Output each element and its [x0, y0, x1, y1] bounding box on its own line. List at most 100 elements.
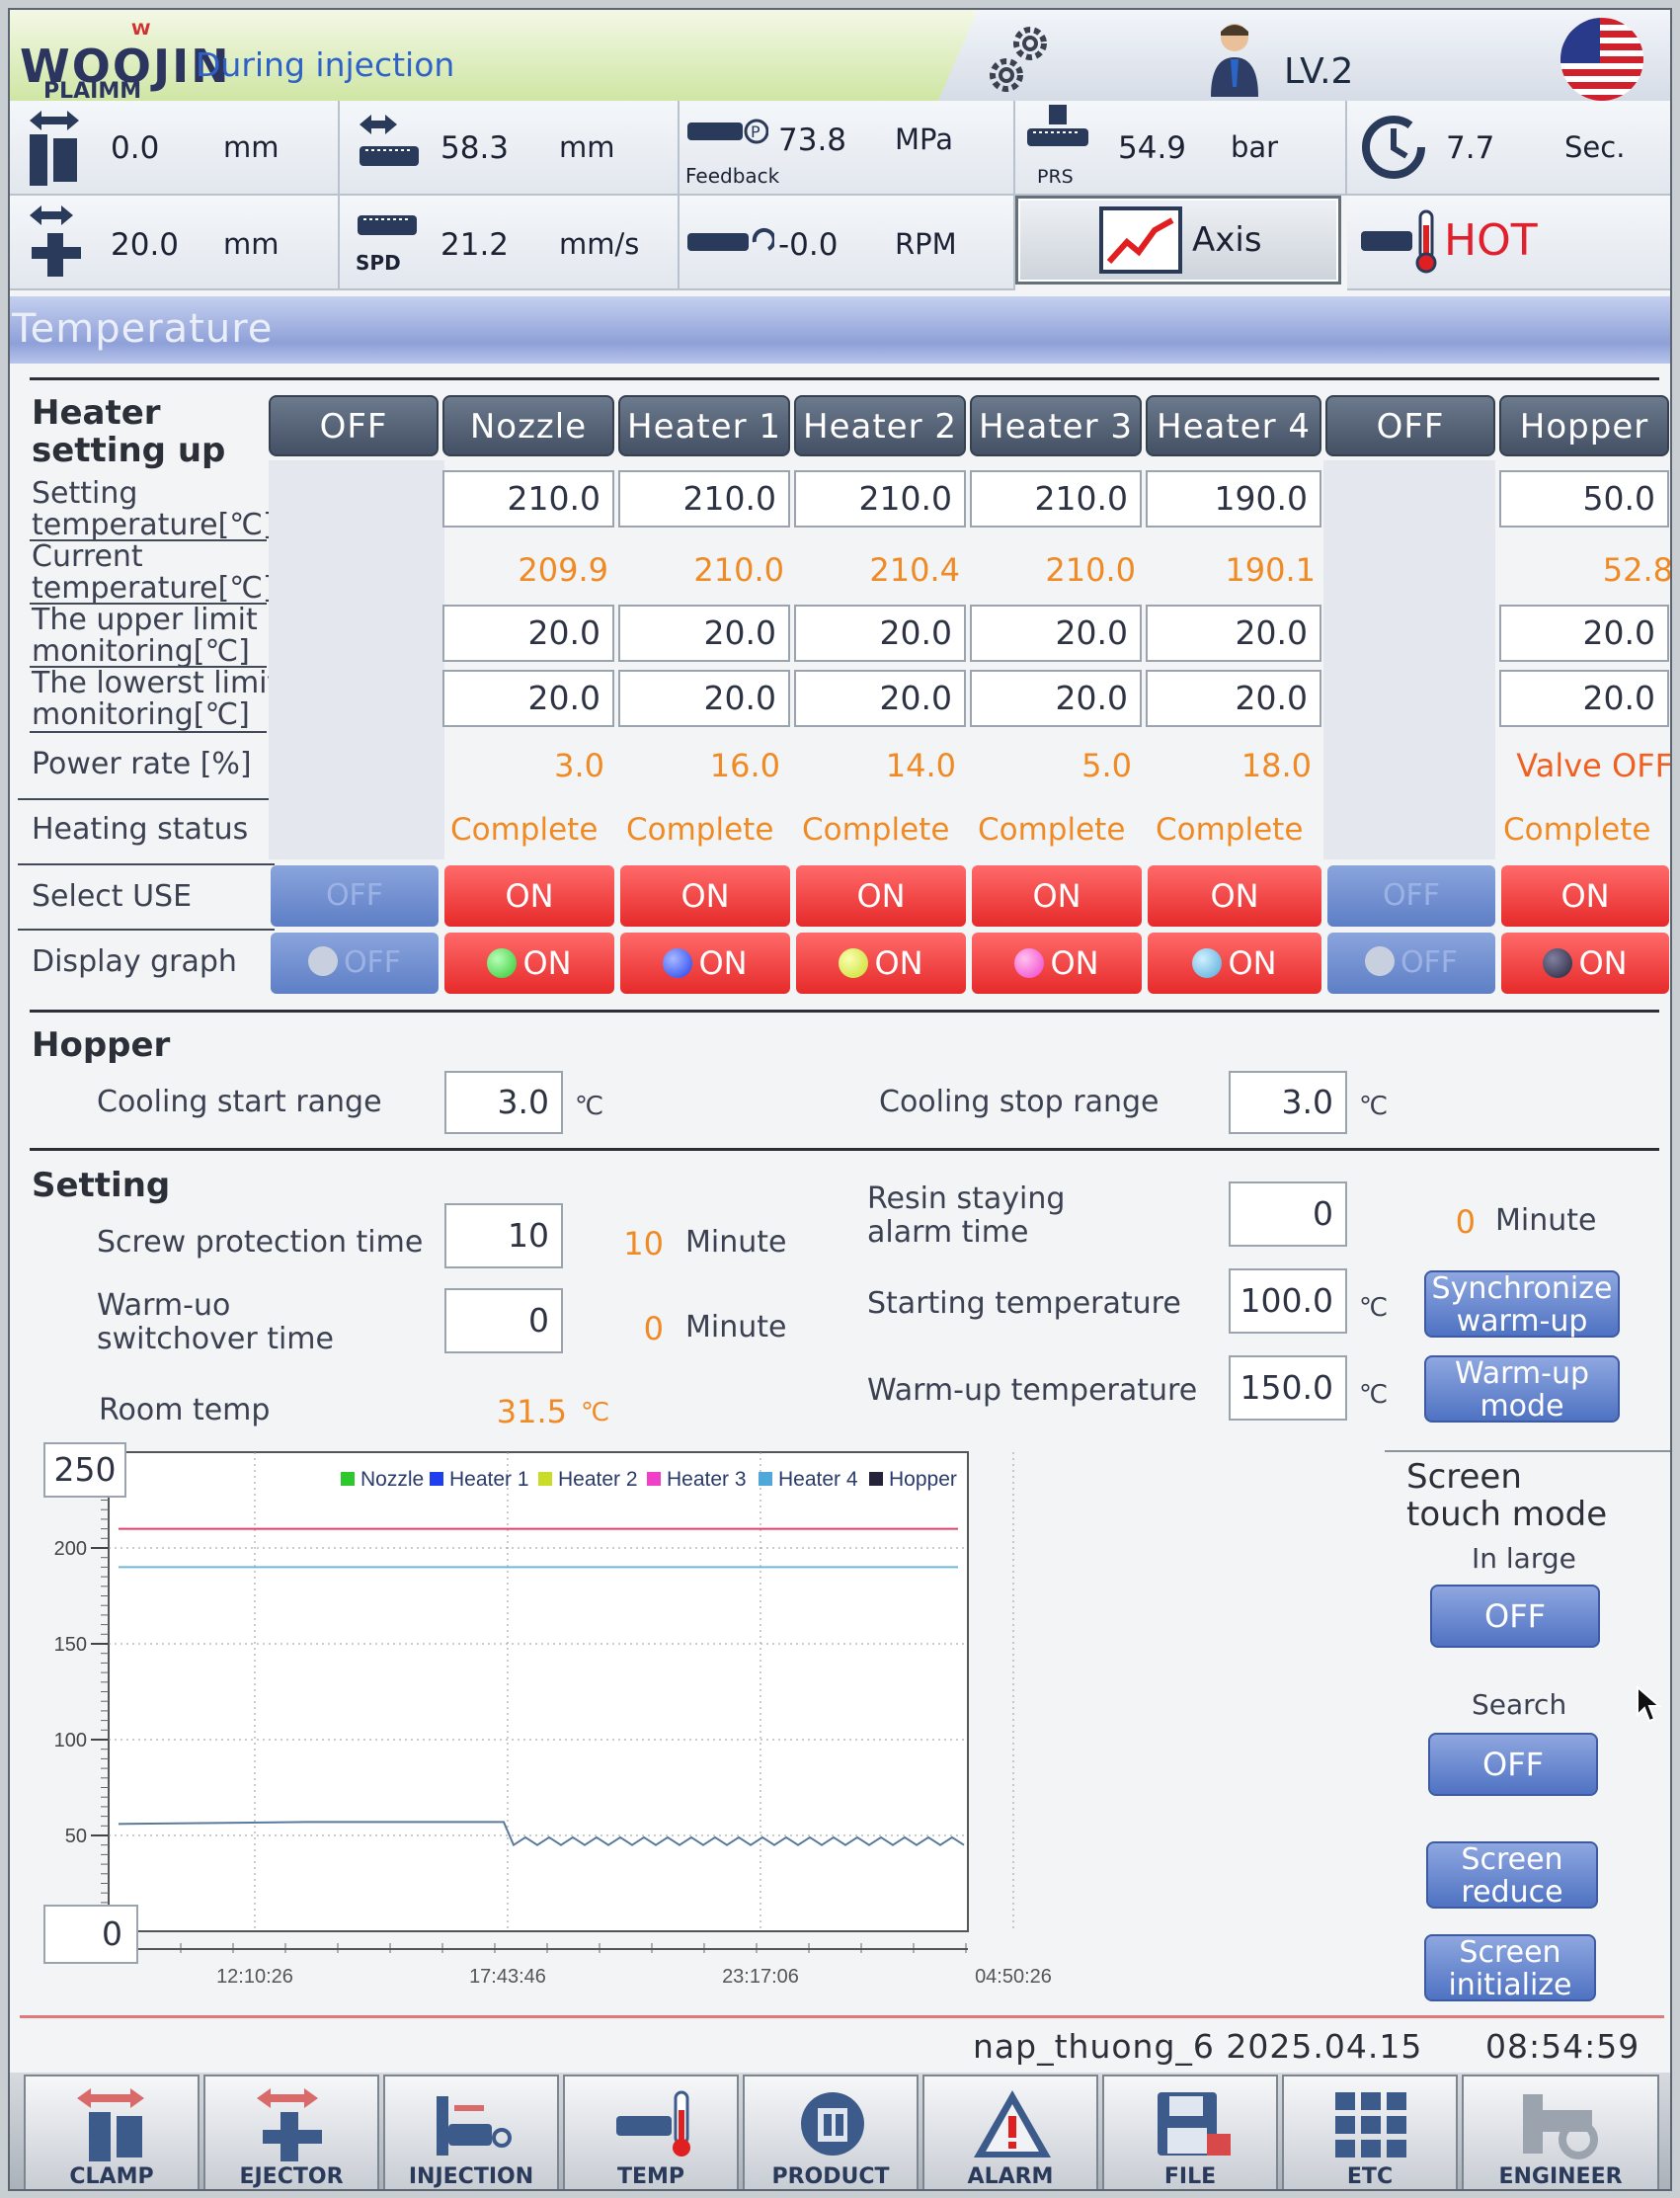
lower-limit-hopper[interactable]: 20.0	[1499, 670, 1669, 727]
lower-limit-heater-1[interactable]: 20.0	[618, 670, 790, 727]
setting-temp-label-2: temperature[℃]	[32, 508, 275, 542]
display-graph-label: Display graph	[32, 944, 237, 979]
screen-reduce-button[interactable]: Screen reduce	[1426, 1841, 1598, 1909]
clamp-position-cell: 0.0 mm	[10, 101, 340, 196]
y-max-input[interactable]: 250	[43, 1442, 126, 1498]
set-temp-heater-4[interactable]: 190.0	[1146, 470, 1321, 528]
screw-protection-input[interactable]: 10	[444, 1203, 563, 1268]
legend-swatch	[759, 1472, 772, 1486]
cooling-start-input[interactable]: 3.0	[444, 1071, 563, 1134]
injection-speed-icon	[358, 215, 417, 235]
in-large-toggle[interactable]: OFF	[1430, 1585, 1600, 1648]
set-temp-heater-3[interactable]: 210.0	[970, 470, 1142, 528]
x-tick-label: 04:50:26	[975, 1966, 1052, 1988]
upper-limit-heater-1[interactable]: 20.0	[618, 605, 790, 662]
graph-toggle-off-1[interactable]: OFF	[271, 933, 439, 994]
zone-header-heater-3[interactable]: Heater 3	[970, 395, 1142, 456]
zone-header-off-1[interactable]: OFF	[269, 395, 439, 456]
lower-limit-nozzle[interactable]: 20.0	[442, 670, 614, 727]
upper-limit-heater-2[interactable]: 20.0	[794, 605, 966, 662]
starting-temp-input[interactable]: 100.0	[1229, 1268, 1347, 1334]
warmup-mode-button[interactable]: Warm-up mode	[1424, 1355, 1620, 1423]
nav-injection[interactable]: INJECTION	[383, 2075, 559, 2189]
lower-limit-heater-3[interactable]: 20.0	[970, 670, 1142, 727]
nav-product[interactable]: PRODUCT	[743, 2075, 919, 2189]
use-toggle-off-2[interactable]: OFF	[1327, 865, 1495, 927]
screw-protection-unit: Minute	[685, 1225, 787, 1260]
nav-label: INJECTION	[408, 2164, 534, 2189]
set-temp-nozzle[interactable]: 210.0	[442, 470, 614, 528]
zone-header-heater-1[interactable]: Heater 1	[618, 395, 790, 456]
graph-toggle-nozzle[interactable]: ON	[444, 933, 614, 994]
svg-text:P: P	[751, 122, 760, 141]
synchronize-warmup-button[interactable]: Synchronize warm-up	[1424, 1270, 1620, 1338]
button-line: warm-up	[1456, 1304, 1588, 1339]
nav-temp[interactable]: TEMP	[563, 2075, 739, 2189]
cooling-stop-label: Cooling stop range	[879, 1085, 1160, 1119]
power-hopper: Valve OFF	[1516, 747, 1672, 784]
graph-toggle-off-2[interactable]: OFF	[1327, 933, 1495, 994]
warmup-temp-input[interactable]: 150.0	[1229, 1355, 1347, 1421]
power-heater-3: 5.0	[1081, 747, 1132, 784]
use-toggle-nozzle[interactable]: ON	[444, 865, 614, 927]
zone-header-heater-2[interactable]: Heater 2	[794, 395, 966, 456]
zone-header-hopper[interactable]: Hopper	[1499, 395, 1669, 456]
nav-engineer[interactable]: ENGINEER	[1462, 2075, 1659, 2189]
divider	[30, 1010, 1659, 1013]
nav-alarm[interactable]: ALARM	[922, 2075, 1098, 2189]
graph-toggle-heater-1[interactable]: ON	[620, 933, 790, 994]
legend-swatch	[538, 1472, 552, 1486]
upper-limit-hopper[interactable]: 20.0	[1499, 605, 1669, 662]
graph-toggle-heater-3[interactable]: ON	[972, 933, 1142, 994]
ejector-icon	[257, 2088, 322, 2161]
lower-limit-heater-2[interactable]: 20.0	[794, 670, 966, 727]
language-flag-icon[interactable]	[1560, 18, 1643, 101]
graph-toggle-hopper[interactable]: ON	[1501, 933, 1669, 994]
set-temp-heater-1[interactable]: 210.0	[618, 470, 790, 528]
nav-ejector[interactable]: EJECTOR	[203, 2075, 379, 2189]
graph-toggle-heater-2[interactable]: ON	[796, 933, 966, 994]
use-toggle-hopper[interactable]: ON	[1501, 865, 1669, 927]
warmup-temp-unit: ℃	[1359, 1380, 1389, 1410]
axis-chart-icon	[1099, 206, 1182, 274]
engineer-tools-icon	[1523, 2094, 1598, 2159]
lower-limit-heater-4[interactable]: 20.0	[1146, 670, 1321, 727]
upper-limit-heater-3[interactable]: 20.0	[970, 605, 1142, 662]
ejector-position-value: 20.0	[111, 227, 180, 263]
gear-icon[interactable]	[983, 20, 1062, 99]
graph-toggle-heater-4[interactable]: ON	[1148, 933, 1321, 994]
use-toggle-heater-2[interactable]: ON	[796, 865, 966, 927]
use-toggle-heater-3[interactable]: ON	[972, 865, 1142, 927]
y-min-input[interactable]: 0	[43, 1905, 138, 1964]
use-toggle-heater-1[interactable]: ON	[620, 865, 790, 927]
button-line: Screen	[1461, 1842, 1563, 1877]
setting-title: Setting	[32, 1166, 171, 1205]
back-pressure-unit: bar	[1231, 130, 1279, 164]
nav-clamp[interactable]: CLAMP	[24, 2075, 200, 2189]
use-toggle-heater-4[interactable]: ON	[1148, 865, 1321, 927]
off-zone-column	[269, 460, 444, 859]
screw-rpm-cell: -0.0 RPM	[680, 196, 1015, 290]
screen-initialize-button[interactable]: Screen initialize	[1424, 1934, 1596, 2001]
zone-header-heater-4[interactable]: Heater 4	[1146, 395, 1321, 456]
operator-icon[interactable]	[1205, 18, 1264, 97]
status-nozzle: Complete	[450, 812, 599, 848]
resin-alarm-input[interactable]: 0	[1229, 1181, 1347, 1247]
set-temp-hopper[interactable]: 50.0	[1499, 470, 1669, 528]
cur-temp-heater-4: 190.1	[1225, 551, 1316, 589]
zone-header-off-2[interactable]: OFF	[1325, 395, 1495, 456]
set-temp-heater-2[interactable]: 210.0	[794, 470, 966, 528]
upper-limit-nozzle[interactable]: 20.0	[442, 605, 614, 662]
resin-alarm-label: Resin staying	[867, 1181, 1066, 1216]
zone-header-nozzle[interactable]: Nozzle	[442, 395, 614, 456]
upper-limit-heater-4[interactable]: 20.0	[1146, 605, 1321, 662]
nav-etc[interactable]: ETC	[1282, 2075, 1458, 2189]
cooling-stop-input[interactable]: 3.0	[1229, 1071, 1347, 1134]
search-toggle[interactable]: OFF	[1428, 1733, 1598, 1796]
current-temp-label: Current	[32, 539, 143, 574]
nav-file[interactable]: FILE	[1102, 2075, 1278, 2189]
axis-button[interactable]: Axis	[1015, 196, 1341, 285]
warmup-switchover-input[interactable]: 0	[444, 1288, 563, 1353]
use-toggle-off-1[interactable]: OFF	[271, 865, 439, 927]
injection-speed-value: 21.2	[440, 227, 510, 263]
